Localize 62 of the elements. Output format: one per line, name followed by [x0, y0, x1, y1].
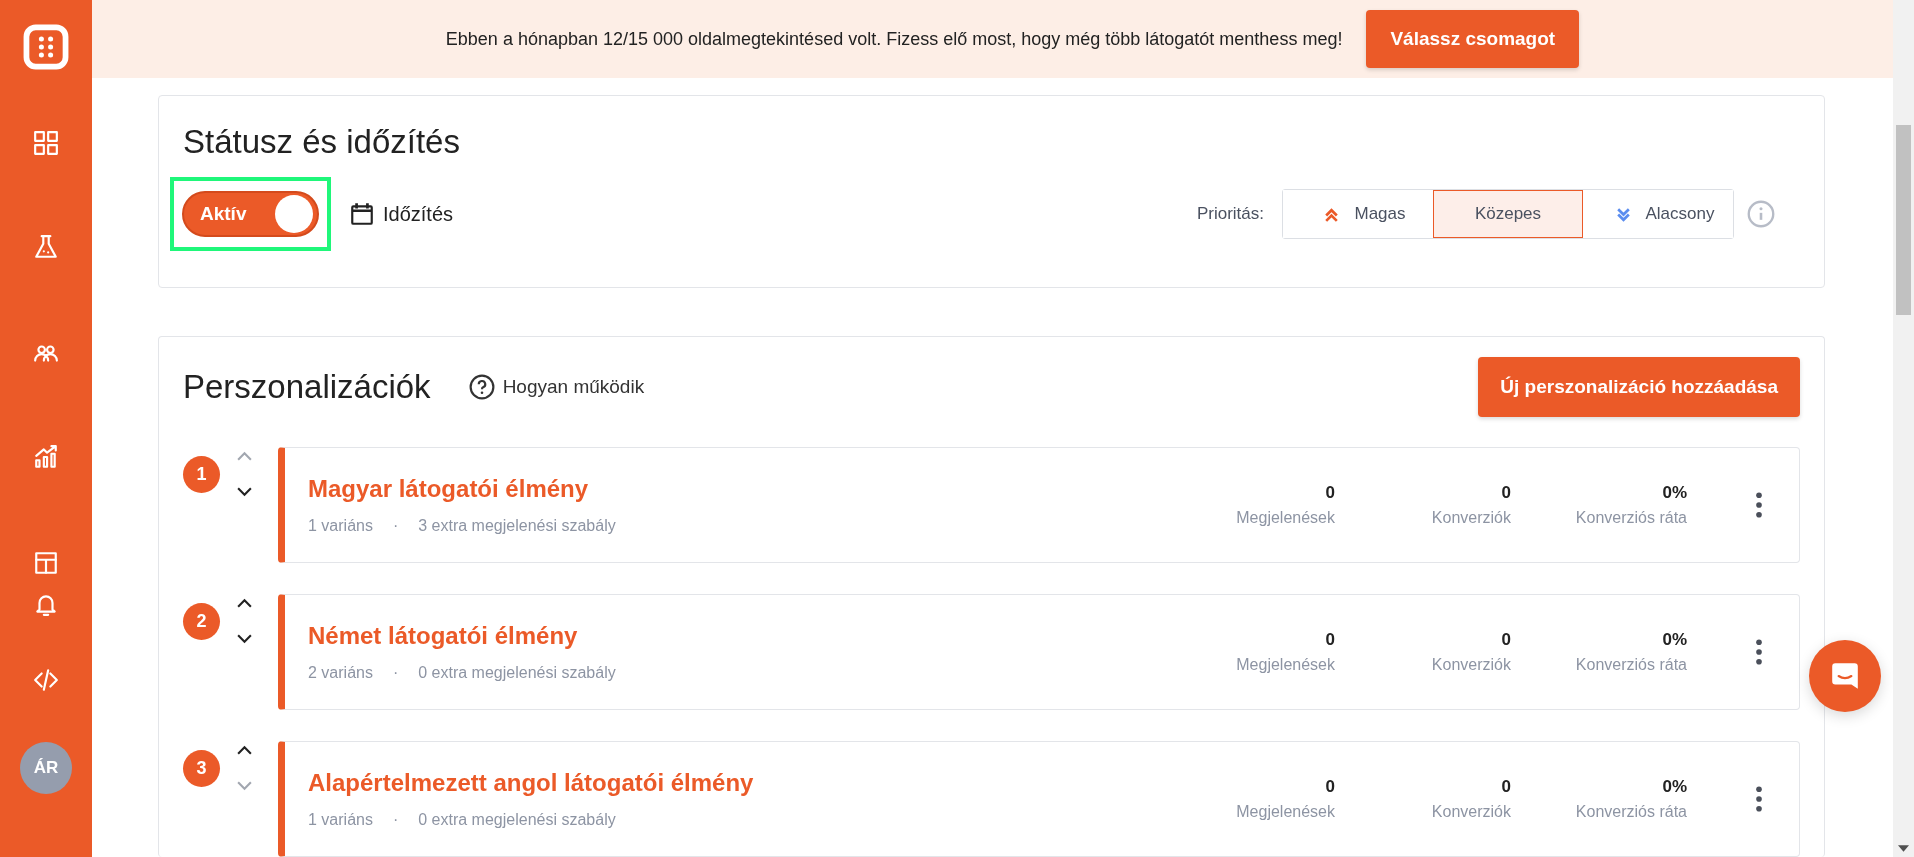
separator-dot: · — [392, 664, 399, 682]
scrollbar-thumb[interactable] — [1896, 125, 1911, 315]
stat-value: 0 — [1325, 630, 1335, 650]
personalization-card[interactable]: Német látogatói élmény 2 variáns · 0 extra megjelenési szabály 0 Megjelenések 0 Konverziók 0% Konverziós ráta — [278, 594, 1800, 710]
rule-count: 0 extra megjelenési szabály — [418, 664, 616, 682]
code-icon[interactable] — [33, 667, 59, 693]
chevron-down-icon[interactable] — [236, 633, 253, 644]
stat-label: Konverziók — [1431, 509, 1511, 527]
layout-icon[interactable] — [33, 550, 59, 576]
schedule-button[interactable]: Időzítés — [349, 201, 454, 227]
rule-count: 3 extra megjelenési szabály — [418, 517, 616, 535]
stat-label: Konverziók — [1431, 656, 1511, 674]
chat-icon[interactable] — [1829, 660, 1861, 692]
banner-message: Ebben a hónapban 12/15 000 oldalmegtekintésed volt. Fizess elő most, hogy még több látogatót menthess meg! — [445, 28, 1343, 50]
stat-value: 0 — [1501, 630, 1511, 650]
scrollbar[interactable] — [1893, 0, 1914, 857]
more-options-icon[interactable] — [1755, 492, 1763, 518]
stat-label: Konverziók — [1431, 803, 1511, 821]
stat-value: 0 — [1501, 777, 1511, 797]
stat-value: 0 — [1501, 483, 1511, 503]
separator-dot: · — [392, 811, 399, 829]
dashboard-icon[interactable] — [33, 130, 59, 156]
stat-label: Megjelenések — [1236, 509, 1335, 527]
logo-icon[interactable] — [23, 24, 69, 70]
order-number-badge: 2 — [183, 602, 220, 640]
stat-label: Megjelenések — [1236, 656, 1335, 674]
chevron-up-icon[interactable] — [236, 745, 253, 756]
stat-value: 0 — [1325, 777, 1335, 797]
priority-label: Prioritás: — [1196, 204, 1264, 224]
flask-icon[interactable] — [33, 234, 59, 260]
info-icon[interactable] — [1747, 200, 1775, 228]
stat-value: 0% — [1662, 777, 1687, 797]
chevrons-up-icon — [1323, 205, 1341, 223]
stat-label: Konverziós ráta — [1575, 509, 1687, 527]
more-options-icon[interactable] — [1755, 639, 1763, 665]
stat-label: Konverziós ráta — [1575, 803, 1687, 821]
section-title: Státusz és időzítés — [183, 123, 461, 161]
calendar-icon — [349, 201, 375, 227]
personalization-card[interactable]: Magyar látogatói élmény 1 variáns · 3 extra megjelenési szabály 0 Megjelenések 0 Konverziók 0% Konverziós ráta — [278, 447, 1800, 563]
variant-count: 2 variáns — [308, 664, 373, 682]
variant-count: 1 variáns — [308, 811, 373, 829]
variant-count: 1 variáns — [308, 517, 373, 535]
order-number-badge: 3 — [183, 749, 220, 787]
chevron-down-icon[interactable] — [236, 486, 253, 497]
stat-label: Megjelenések — [1236, 803, 1335, 821]
help-link[interactable]: Hogyan működik — [468, 374, 645, 400]
stat-value: 0% — [1662, 483, 1687, 503]
section-title: Perszonalizációk — [183, 368, 431, 406]
stat-value: 0 — [1325, 483, 1335, 503]
order-number-badge: 1 — [183, 455, 220, 493]
help-icon — [468, 374, 495, 400]
more-options-icon[interactable] — [1755, 786, 1763, 812]
personalization-card[interactable]: Alapértelmezett angol látogatói élmény 1 variáns · 0 extra megjelenési szabály 0 Megjelenések 0 Konverziók 0% Konverziós ráta — [278, 741, 1800, 857]
scroll-down-icon[interactable] — [1898, 845, 1909, 852]
separator-dot: · — [392, 517, 399, 535]
chevron-up-icon[interactable] — [236, 598, 253, 609]
rule-count: 0 extra megjelenési szabály — [418, 811, 616, 829]
stat-value: 0% — [1662, 630, 1687, 650]
priority-option[interactable]: Közepes — [1433, 190, 1583, 238]
stat-label: Konverziós ráta — [1575, 656, 1687, 674]
chart-icon[interactable] — [33, 444, 59, 470]
chat-button[interactable] — [1809, 640, 1881, 712]
